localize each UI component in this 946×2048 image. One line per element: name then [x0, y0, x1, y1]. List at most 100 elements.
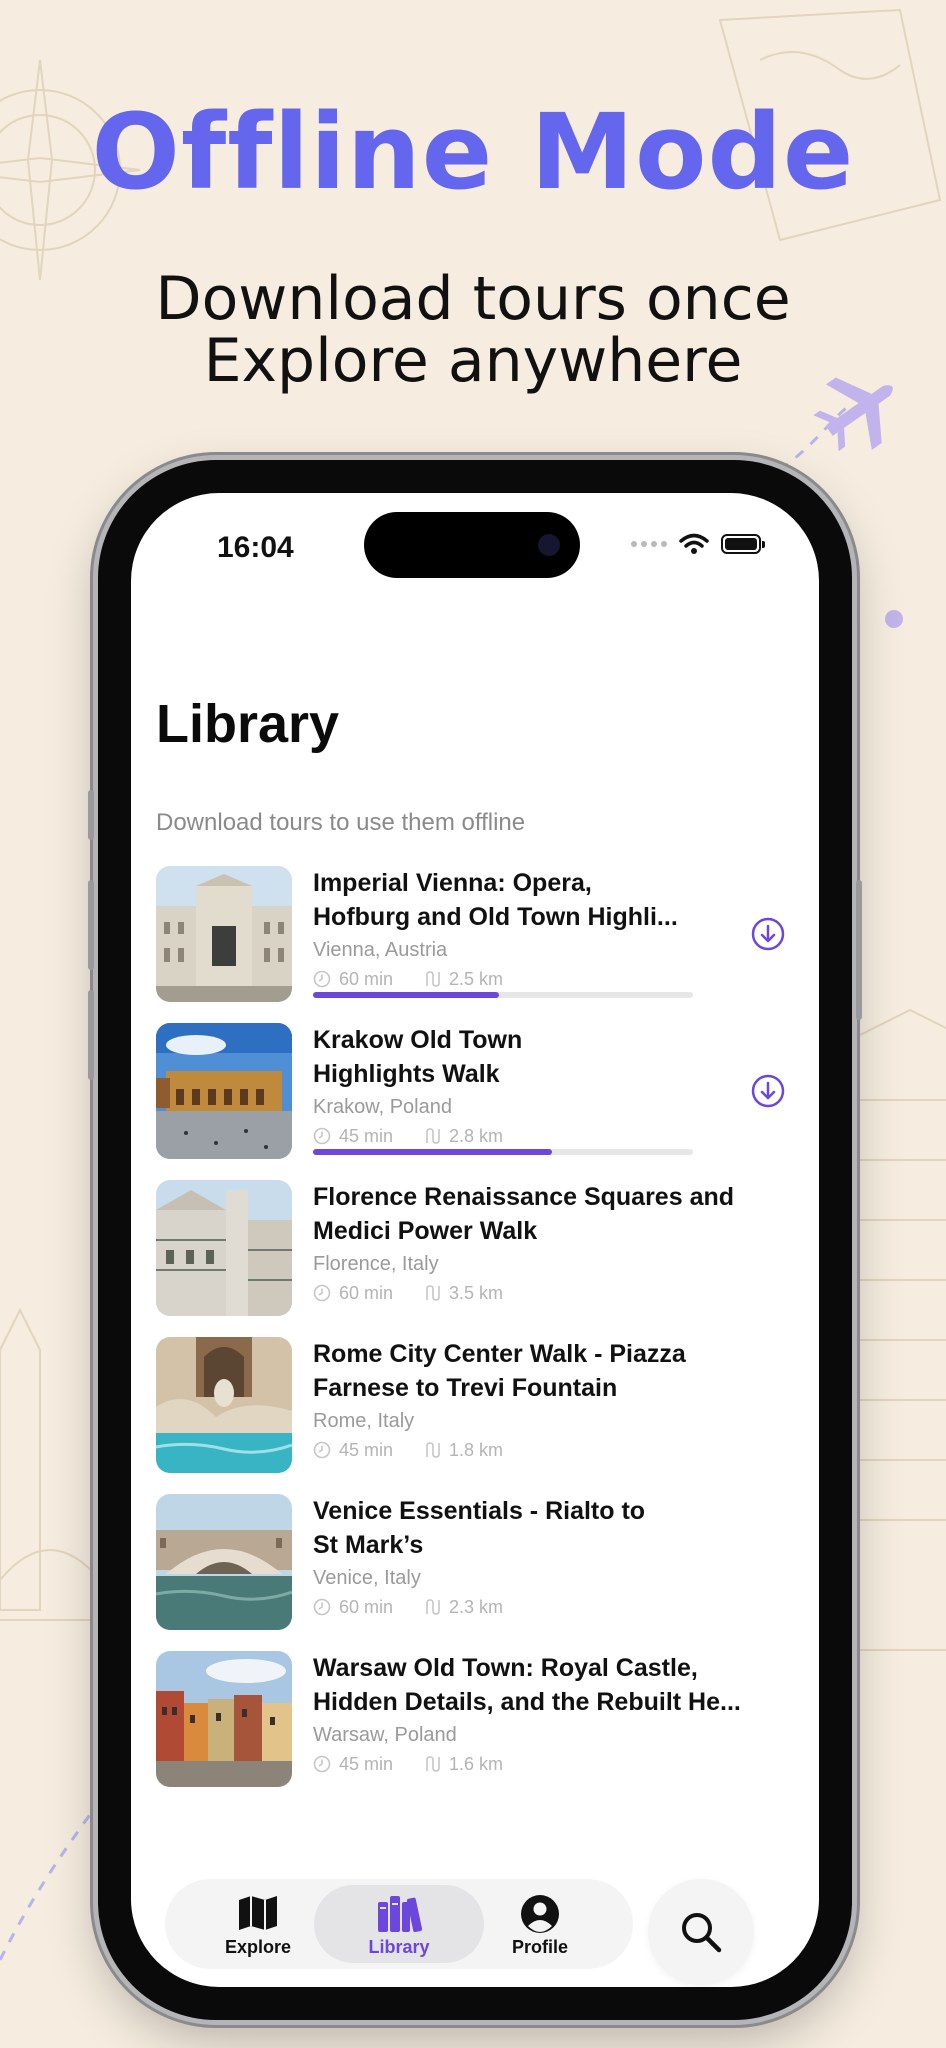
tour-duration: 60 min — [339, 1596, 394, 1617]
battery-icon — [721, 534, 765, 554]
tour-info: Venice Essentials - Rialto to St Mark’s … — [313, 1494, 753, 1620]
tour-name-line-1: Rome City Center Walk - Piazza — [313, 1340, 686, 1368]
tour-name-line-2: Hofburg and Old Town Highli... — [313, 903, 678, 931]
tour-name: Rome City Center Walk - Piazza Farnese t… — [313, 1337, 753, 1405]
tour-location: Rome, Italy — [313, 1410, 415, 1432]
volume-up-button — [88, 880, 94, 970]
power-button — [856, 880, 862, 1020]
clock-icon — [313, 970, 331, 988]
front-camera — [538, 534, 560, 556]
route-icon — [426, 1442, 440, 1458]
clock-icon — [313, 1598, 331, 1616]
tour-name: Krakow Old Town Highlights Walk — [313, 1023, 753, 1091]
tour-meta: 45 min 1.8 km — [313, 1437, 753, 1463]
person-circle-icon — [521, 1895, 559, 1933]
tour-distance: 3.5 km — [449, 1282, 504, 1303]
phone-frame: 16:04 Library Download tours to use them… — [88, 460, 862, 2020]
tour-name-line-2: Highlights Walk — [313, 1060, 500, 1088]
tour-thumbnail-vienna — [156, 866, 292, 1002]
clock-icon — [313, 1755, 331, 1773]
tour-name-line-1: Florence Renaissance Squares and — [313, 1183, 735, 1211]
clock-icon — [313, 1441, 331, 1459]
route-icon — [426, 1599, 440, 1615]
tour-distance: 2.3 km — [449, 1596, 504, 1617]
tour-info: Rome City Center Walk - Piazza Farnese t… — [313, 1337, 753, 1463]
clock-icon — [313, 1284, 331, 1302]
volume-down-button — [88, 990, 94, 1080]
tour-thumbnail-warsaw — [156, 1651, 292, 1787]
route-icon — [426, 1756, 440, 1772]
promo-subline-1: Download tours once — [155, 264, 791, 334]
app-screen: 16:04 Library Download tours to use them… — [131, 493, 819, 1987]
download-icon[interactable] — [751, 1074, 785, 1108]
route-icon — [426, 1285, 440, 1301]
tour-item[interactable]: Warsaw Old Town: Royal Castle, Hidden De… — [156, 1651, 796, 1808]
tour-name: Venice Essentials - Rialto to St Mark’s — [313, 1494, 753, 1562]
promo-headline: Offline Mode — [91, 91, 855, 213]
tour-location: Venice, Italy — [313, 1567, 421, 1589]
search-button[interactable] — [648, 1879, 754, 1985]
tour-location: Krakow, Poland — [313, 1096, 452, 1118]
tour-location: Vienna, Austria — [313, 939, 448, 961]
tour-item[interactable]: Imperial Vienna: Opera, Hofburg and Old … — [156, 866, 796, 1023]
tour-thumbnail-florence — [156, 1180, 292, 1316]
status-icons — [631, 533, 765, 555]
promo-subline-2: Explore anywhere — [203, 326, 743, 396]
tour-distance: 2.8 km — [449, 1125, 504, 1146]
status-time: 16:04 — [217, 531, 294, 564]
map-icon — [239, 1896, 277, 1930]
tab-profile[interactable]: Profile — [455, 1885, 625, 1963]
tour-thumbnail-krakow — [156, 1023, 292, 1159]
tour-location: Florence, Italy — [313, 1253, 439, 1275]
tour-info: Krakow Old Town Highlights Walk Krakow, … — [313, 1023, 753, 1149]
tour-item[interactable]: Rome City Center Walk - Piazza Farnese t… — [156, 1337, 796, 1494]
search-icon — [682, 1913, 722, 1953]
tour-name-line-1: Venice Essentials - Rialto to — [313, 1497, 646, 1525]
tour-thumbnail-rome — [156, 1337, 292, 1473]
tour-list: Imperial Vienna: Opera, Hofburg and Old … — [156, 866, 796, 1808]
promo-subline: Download tours once Explore anywhere — [0, 268, 946, 392]
download-progress-bar — [313, 1149, 693, 1155]
tour-thumbnail-venice — [156, 1494, 292, 1630]
tour-duration: 45 min — [339, 1125, 394, 1146]
tour-info: Florence Renaissance Squares and Medici … — [313, 1180, 753, 1306]
route-icon — [426, 1128, 440, 1144]
tour-meta: 60 min 3.5 km — [313, 1280, 753, 1306]
tour-meta: 60 min 2.3 km — [313, 1594, 753, 1620]
tour-name-line-2: Farnese to Trevi Fountain — [313, 1374, 618, 1402]
tour-duration: 60 min — [339, 1282, 394, 1303]
download-progress-bar — [313, 992, 693, 998]
tour-meta: 60 min 2.5 km — [313, 966, 753, 992]
tab-profile-label: Profile — [511, 1937, 568, 1957]
action-button — [88, 790, 94, 840]
tour-name: Florence Renaissance Squares and Medici … — [313, 1180, 753, 1248]
tour-item[interactable]: Venice Essentials - Rialto to St Mark’s … — [156, 1494, 796, 1651]
tour-name-line-1: Imperial Vienna: Opera, — [313, 869, 592, 897]
clock-icon — [313, 1127, 331, 1145]
tour-name: Imperial Vienna: Opera, Hofburg and Old … — [313, 866, 753, 934]
tour-duration: 60 min — [339, 968, 394, 989]
tour-name-line-1: Krakow Old Town — [313, 1026, 523, 1054]
tour-name-line-2: Medici Power Walk — [313, 1217, 538, 1245]
tour-location: Warsaw, Poland — [313, 1724, 457, 1746]
books-icon — [378, 1896, 422, 1933]
dynamic-island — [364, 512, 580, 578]
tour-meta: 45 min 2.8 km — [313, 1123, 753, 1149]
tour-item[interactable]: Krakow Old Town Highlights Walk Krakow, … — [156, 1023, 796, 1180]
wifi-icon — [679, 533, 709, 554]
tour-info: Imperial Vienna: Opera, Hofburg and Old … — [313, 866, 753, 992]
tour-name-line-2: St Mark’s — [313, 1531, 424, 1559]
tour-distance: 1.6 km — [449, 1753, 504, 1774]
tour-distance: 2.5 km — [449, 968, 504, 989]
page-subtitle: Download tours to use them offline — [156, 809, 526, 836]
tour-meta: 45 min 1.6 km — [313, 1751, 753, 1777]
page-title: Library — [156, 694, 340, 754]
tour-distance: 1.8 km — [449, 1439, 504, 1460]
tour-info: Warsaw Old Town: Royal Castle, Hidden De… — [313, 1651, 753, 1777]
tour-name: Warsaw Old Town: Royal Castle, Hidden De… — [313, 1651, 753, 1719]
route-icon — [426, 971, 440, 987]
download-icon[interactable] — [751, 917, 785, 951]
tour-item[interactable]: Florence Renaissance Squares and Medici … — [156, 1180, 796, 1337]
tab-bar: Explore Library Profile — [165, 1879, 633, 1969]
tour-duration: 45 min — [339, 1753, 394, 1774]
